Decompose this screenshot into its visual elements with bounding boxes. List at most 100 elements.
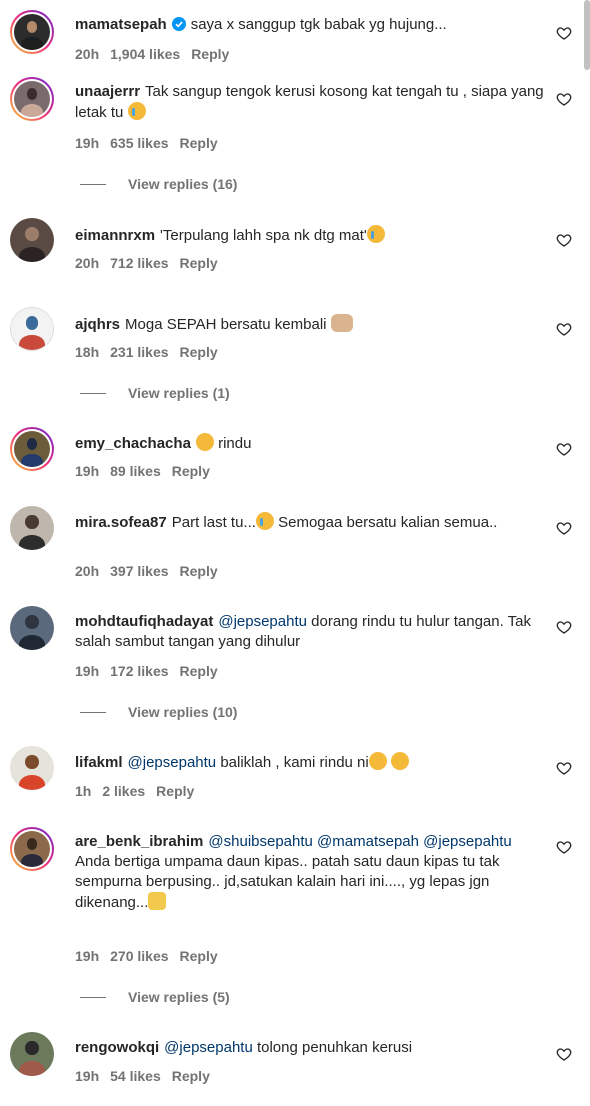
pleading-face-emoji-icon bbox=[195, 433, 214, 451]
mention-link[interactable]: @shuibsepahtu @mamatsepah @jepsepahtu bbox=[208, 833, 511, 850]
view-replies-button[interactable]: View replies (16) bbox=[80, 176, 237, 192]
comment-time[interactable]: 20h bbox=[75, 255, 99, 271]
comment-text: rengowokqi @jepsepahtu tolong penuhkan ke… bbox=[75, 1038, 545, 1058]
comment-username[interactable]: mira.sofea87 bbox=[75, 514, 167, 531]
avatar[interactable] bbox=[10, 1032, 54, 1076]
avatar[interactable] bbox=[10, 307, 54, 351]
view-replies-button[interactable]: View replies (5) bbox=[80, 989, 230, 1005]
raising-hands-emoji-icon bbox=[148, 892, 167, 910]
mention-link[interactable]: @jepsepahtu bbox=[164, 1039, 253, 1056]
heart-icon[interactable] bbox=[556, 619, 572, 635]
comment-time[interactable]: 18h bbox=[75, 344, 99, 360]
avatar[interactable] bbox=[10, 427, 54, 471]
divider bbox=[80, 996, 106, 998]
reply-button[interactable]: Reply bbox=[180, 255, 218, 271]
reply-button[interactable]: Reply bbox=[180, 344, 218, 360]
comment-username[interactable]: emy_chachacha bbox=[75, 435, 191, 452]
heart-icon[interactable] bbox=[556, 520, 572, 536]
comment-username[interactable]: eimannrxm bbox=[75, 227, 155, 244]
divider bbox=[80, 183, 106, 185]
comment-time[interactable]: 19h bbox=[75, 463, 99, 479]
heart-icon[interactable] bbox=[556, 321, 572, 337]
avatar[interactable] bbox=[10, 827, 54, 871]
avatar[interactable] bbox=[10, 77, 54, 121]
reply-button[interactable]: Reply bbox=[180, 135, 218, 151]
crying-face-emoji-icon bbox=[366, 225, 385, 243]
comment-meta: 20h 397 likes Reply bbox=[75, 563, 229, 579]
comment-likes[interactable]: 1,904 likes bbox=[110, 46, 180, 62]
reply-button[interactable]: Reply bbox=[180, 948, 218, 964]
heart-icon[interactable] bbox=[556, 1046, 572, 1062]
comment-likes[interactable]: 89 likes bbox=[110, 463, 161, 479]
avatar[interactable] bbox=[10, 10, 54, 54]
heart-icon[interactable] bbox=[556, 441, 572, 457]
comment-meta: 19h 172 likes Reply bbox=[75, 663, 229, 679]
reply-button[interactable]: Reply bbox=[156, 783, 194, 799]
scrollbar[interactable] bbox=[584, 0, 590, 70]
view-replies-label: View replies (1) bbox=[128, 385, 230, 401]
heart-icon[interactable] bbox=[556, 839, 572, 855]
comment-time[interactable]: 20h bbox=[75, 46, 99, 62]
comment-body: Moga SEPAH bersatu kembali bbox=[125, 316, 327, 333]
comment-meta: 1h 2 likes Reply bbox=[75, 783, 205, 799]
comment-body: Anda bertiga umpama daun kipas.. patah s… bbox=[75, 853, 500, 911]
comment-time[interactable]: 19h bbox=[75, 663, 99, 679]
verified-badge-icon bbox=[171, 17, 186, 31]
comment-body: saya x sanggup tgk babak yg hujung... bbox=[190, 16, 447, 33]
avatar[interactable] bbox=[10, 606, 54, 650]
comment-body: Tak sangup tengok kerusi kosong kat teng… bbox=[75, 83, 544, 121]
avatar[interactable] bbox=[10, 218, 54, 262]
crying-face-emoji-icon bbox=[255, 512, 274, 530]
comment-username[interactable]: are_benk_ibrahim bbox=[75, 833, 203, 850]
heart-icon[interactable] bbox=[556, 232, 572, 248]
comment-time[interactable]: 20h bbox=[75, 563, 99, 579]
view-replies-button[interactable]: View replies (1) bbox=[80, 385, 230, 401]
reply-button[interactable]: Reply bbox=[172, 1068, 210, 1084]
comment-body: rindu bbox=[218, 435, 252, 452]
view-replies-button[interactable]: View replies (10) bbox=[80, 704, 237, 720]
view-replies-label: View replies (16) bbox=[128, 176, 238, 192]
comment-username[interactable]: rengowokqi bbox=[75, 1039, 159, 1056]
comment-likes[interactable]: 270 likes bbox=[110, 948, 168, 964]
comment-likes[interactable]: 712 likes bbox=[110, 255, 168, 271]
mention-link[interactable]: @jepsepahtu bbox=[128, 754, 217, 771]
comment-likes[interactable]: 54 likes bbox=[110, 1068, 161, 1084]
comment-username[interactable]: ajqhrs bbox=[75, 316, 120, 333]
heart-icon[interactable] bbox=[556, 25, 572, 41]
comment-username[interactable]: mohdtaufiqhadayat bbox=[75, 613, 213, 630]
avatar[interactable] bbox=[10, 506, 54, 550]
comment-time[interactable]: 19h bbox=[75, 948, 99, 964]
comment-likes[interactable]: 2 likes bbox=[102, 783, 145, 799]
comment-body: Part last tu... bbox=[171, 514, 256, 531]
heart-icon[interactable] bbox=[556, 91, 572, 107]
comment-username[interactable]: unaajerrr bbox=[75, 83, 140, 100]
divider bbox=[80, 392, 106, 394]
mention-link[interactable]: @jepsepahtu bbox=[218, 613, 307, 630]
reply-button[interactable]: Reply bbox=[180, 663, 218, 679]
comment-username[interactable]: mamatsepah bbox=[75, 16, 167, 33]
reply-button[interactable]: Reply bbox=[180, 563, 218, 579]
comment-meta: 20h 712 likes Reply bbox=[75, 255, 229, 271]
comment-meta: 19h 270 likes Reply bbox=[75, 948, 229, 964]
reply-button[interactable]: Reply bbox=[191, 46, 229, 62]
comment-likes[interactable]: 231 likes bbox=[110, 344, 168, 360]
comment-body: tolong penuhkan kerusi bbox=[256, 1039, 413, 1056]
comment-time[interactable]: 1h bbox=[75, 783, 91, 799]
comment-time[interactable]: 19h bbox=[75, 135, 99, 151]
comment-text: ajqhrs Moga SEPAH bersatu kembali bbox=[75, 314, 545, 335]
divider bbox=[80, 711, 106, 713]
reply-button[interactable]: Reply bbox=[172, 463, 210, 479]
heart-icon[interactable] bbox=[556, 760, 572, 776]
comment-text: are_benk_ibrahim @shuibsepahtu @mamatsepa… bbox=[75, 832, 545, 913]
comment-username[interactable]: lifakml bbox=[75, 754, 123, 771]
comment-time[interactable]: 19h bbox=[75, 1068, 99, 1084]
view-replies-label: View replies (10) bbox=[128, 704, 238, 720]
comments-list: mamatsepah saya x sanggup tgk babak yg hu… bbox=[0, 0, 590, 1106]
comment-text: eimannrxm 'Terpulang lahh spa nk dtg mat' bbox=[75, 225, 545, 246]
comment-likes[interactable]: 172 likes bbox=[110, 663, 168, 679]
comment-likes[interactable]: 397 likes bbox=[110, 563, 168, 579]
avatar[interactable] bbox=[10, 746, 54, 790]
pleading-face-emoji-icon bbox=[390, 752, 409, 770]
comment-body: 'Terpulang lahh spa nk dtg mat' bbox=[160, 227, 367, 244]
comment-likes[interactable]: 635 likes bbox=[110, 135, 168, 151]
